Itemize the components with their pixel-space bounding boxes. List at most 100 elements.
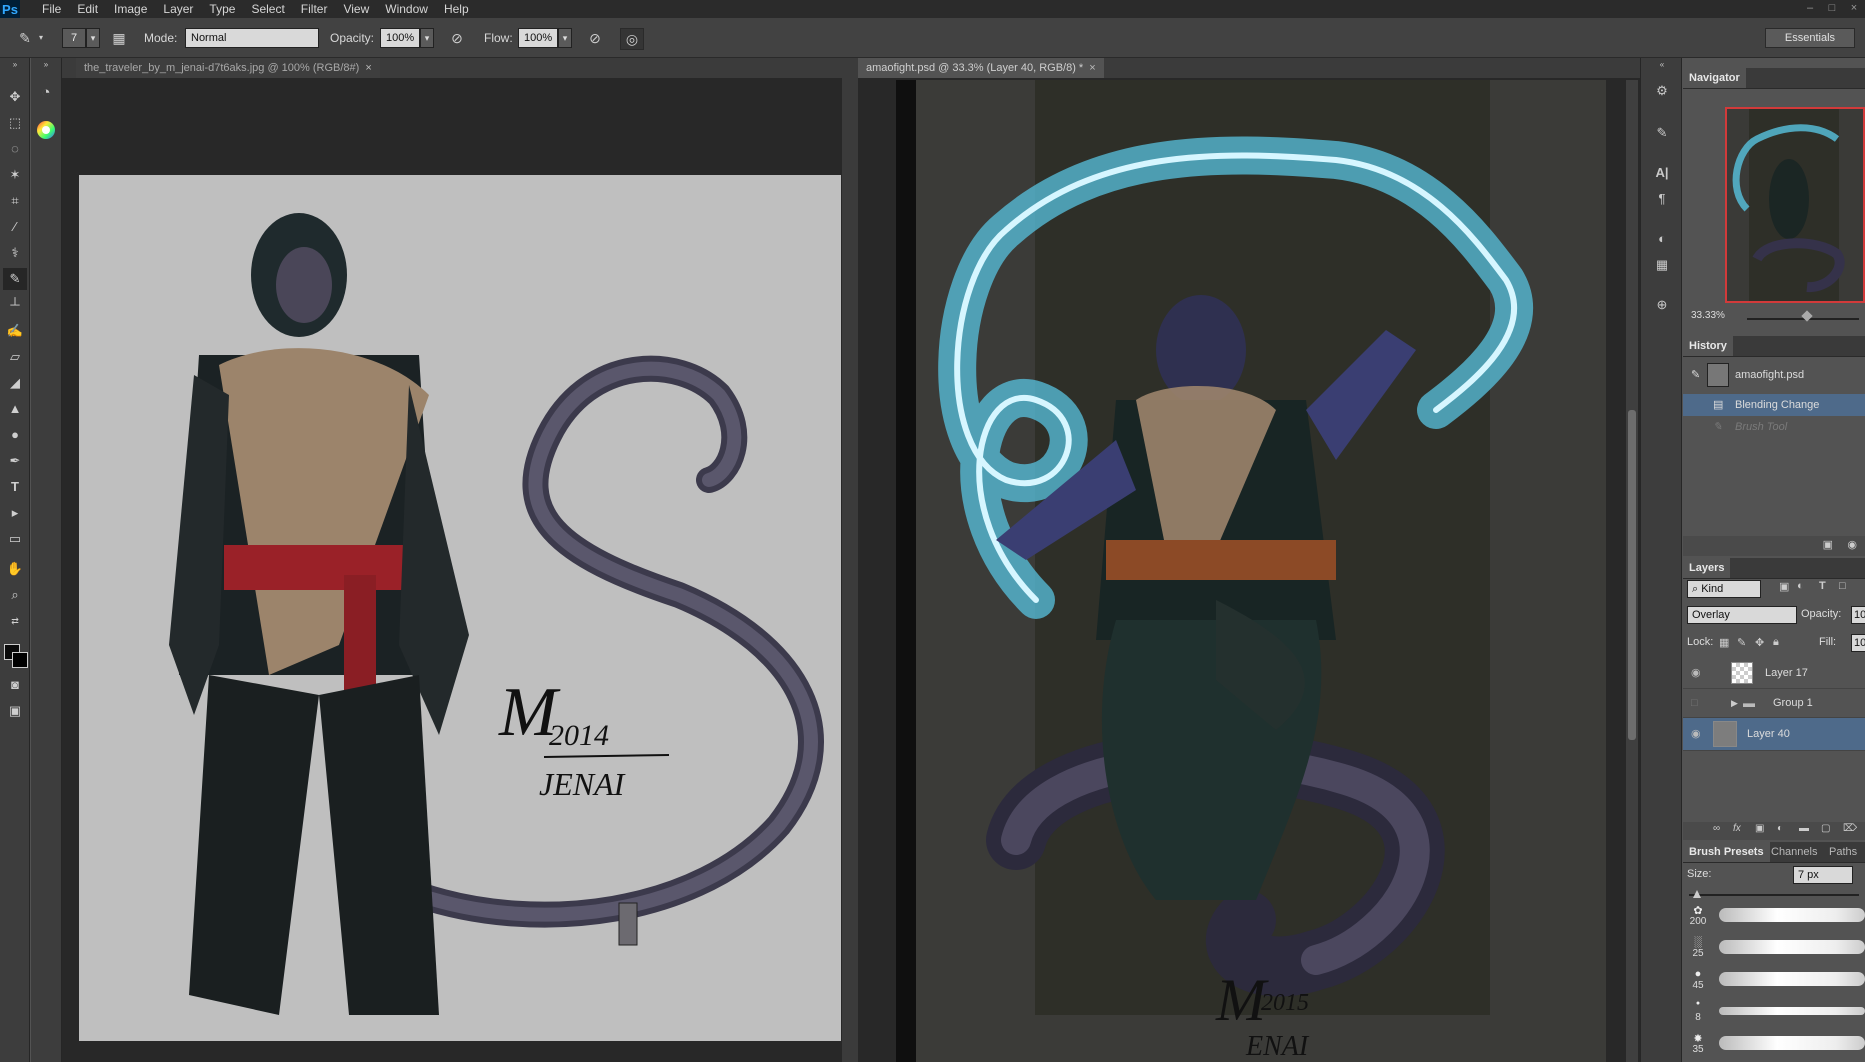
- magic-wand-tool-icon[interactable]: ✶: [3, 164, 27, 186]
- layer-style-icon[interactable]: fx: [1733, 823, 1741, 834]
- delete-layer-icon[interactable]: ⌦: [1843, 823, 1857, 834]
- menu-filter[interactable]: Filter: [293, 0, 336, 18]
- character-panel-icon[interactable]: A|: [1651, 162, 1673, 184]
- flow-arrow-icon[interactable]: ▾: [558, 28, 572, 48]
- visibility-eye-icon[interactable]: ◉: [1691, 658, 1705, 688]
- history-brush-tool-icon[interactable]: ✍: [3, 320, 27, 342]
- brush-preset-35[interactable]: ✸ 35: [1683, 1028, 1865, 1058]
- brush-preset-picker-icon[interactable]: ◔: [35, 82, 57, 104]
- close-button[interactable]: ×: [1843, 0, 1865, 18]
- brush-preset-200[interactable]: ✿ 200: [1683, 900, 1865, 930]
- new-group-icon[interactable]: ▬: [1799, 823, 1809, 834]
- brush-size-picker[interactable]: 7: [62, 28, 86, 48]
- lock-transparent-icon[interactable]: ▦: [1719, 636, 1729, 649]
- pressure-size-icon[interactable]: ◎: [620, 28, 644, 50]
- mode-select[interactable]: Normal: [185, 28, 319, 48]
- eraser-tool-icon[interactable]: ▱: [3, 346, 27, 368]
- document-2-scrollbar-thumb[interactable]: [1628, 410, 1636, 740]
- canvas-traveler[interactable]: M 2014 JENAI: [79, 175, 841, 1041]
- adjustment-layer-icon[interactable]: ◐: [1777, 823, 1783, 834]
- lasso-tool-icon[interactable]: ◌: [3, 138, 27, 160]
- flow-input[interactable]: 100%: [518, 28, 558, 48]
- history-snapshot[interactable]: ✎ amaofight.psd: [1683, 360, 1865, 390]
- visibility-eye-icon[interactable]: ◉: [1691, 718, 1705, 750]
- screen-mode-icon[interactable]: ▣: [3, 700, 27, 722]
- brush-tool-preset-icon[interactable]: ✎: [14, 28, 36, 48]
- brush-picker-arrow-icon[interactable]: ▾: [86, 28, 100, 48]
- link-layers-icon[interactable]: ∞: [1713, 823, 1720, 834]
- brush-panel-toggle-icon[interactable]: ▦: [108, 28, 130, 48]
- history-tab[interactable]: History: [1683, 336, 1733, 356]
- new-layer-icon[interactable]: ▢: [1821, 823, 1830, 834]
- paths-tab[interactable]: Paths: [1823, 842, 1863, 862]
- crop-tool-icon[interactable]: ⌗: [3, 190, 27, 212]
- swap-colors-icon[interactable]: ⇄: [3, 614, 27, 628]
- create-snapshot-icon[interactable]: ◉: [1847, 538, 1857, 551]
- lock-position-icon[interactable]: ✥: [1755, 636, 1764, 649]
- minimize-button[interactable]: –: [1799, 0, 1821, 18]
- hand-tool-icon[interactable]: ✋: [3, 558, 27, 580]
- filter-pixel-icon[interactable]: ▣: [1779, 580, 1789, 593]
- paint-bucket-tool-icon[interactable]: ◢: [3, 372, 27, 394]
- layer-row-layer-40[interactable]: ◉ Layer 40: [1683, 718, 1865, 751]
- opacity-input[interactable]: 100%: [380, 28, 420, 48]
- new-document-from-state-icon[interactable]: ▣: [1823, 538, 1833, 551]
- filter-type-icon[interactable]: T: [1819, 580, 1826, 592]
- navigator-tab[interactable]: Navigator: [1683, 68, 1746, 88]
- menu-layer[interactable]: Layer: [155, 0, 201, 18]
- paragraph-panel-icon[interactable]: ¶: [1651, 188, 1673, 210]
- marquee-tool-icon[interactable]: ⬚: [3, 112, 27, 134]
- brush-size-slider[interactable]: [1689, 894, 1859, 896]
- channels-tab[interactable]: Channels: [1765, 842, 1823, 862]
- pressure-opacity-icon[interactable]: ⊘: [446, 28, 468, 48]
- background-color-swatch[interactable]: [12, 652, 28, 668]
- path-selection-tool-icon[interactable]: ▸: [3, 502, 27, 524]
- layer-row-group-1[interactable]: □ ▶ ▬ Group 1: [1683, 689, 1865, 718]
- layer-fill-input[interactable]: 10: [1851, 634, 1865, 652]
- styles-panel-icon[interactable]: ▦: [1651, 254, 1673, 276]
- layer-opacity-input[interactable]: 10: [1851, 606, 1865, 624]
- close-tab-icon[interactable]: ×: [1089, 62, 1095, 74]
- opacity-arrow-icon[interactable]: ▾: [420, 28, 434, 48]
- history-item-brush-tool[interactable]: ✎ Brush Tool: [1683, 416, 1865, 438]
- brush-presets-tab[interactable]: Brush Presets: [1683, 842, 1770, 862]
- workspace-switcher[interactable]: Essentials: [1765, 28, 1855, 48]
- zoom-tool-icon[interactable]: ⌕: [3, 584, 27, 606]
- swatches-panel-icon[interactable]: ◐: [1651, 228, 1673, 250]
- brush-panel-icon[interactable]: ✎: [1651, 122, 1673, 144]
- dodge-tool-icon[interactable]: ●: [3, 424, 27, 446]
- brush-preset-8[interactable]: ● 8: [1683, 996, 1865, 1026]
- quick-mask-icon[interactable]: ◙: [3, 674, 27, 696]
- brush-tool-icon[interactable]: ✎: [3, 268, 27, 290]
- rectangle-tool-icon[interactable]: ▭: [3, 528, 27, 550]
- menu-help[interactable]: Help: [436, 0, 477, 18]
- preset-dropdown-icon[interactable]: ▾: [36, 28, 46, 48]
- menu-edit[interactable]: Edit: [69, 0, 106, 18]
- move-tool-icon[interactable]: ✥: [3, 86, 27, 108]
- document-tab-2[interactable]: amaofight.psd @ 33.3% (Layer 40, RGB/8) …: [858, 58, 1104, 78]
- collapse-strip-icon[interactable]: «: [1651, 60, 1673, 70]
- menu-image[interactable]: Image: [106, 0, 155, 18]
- layer-filter-select[interactable]: ⌕ Kind: [1687, 580, 1761, 598]
- navigator-zoom[interactable]: 33.33%: [1691, 310, 1725, 321]
- filter-adjustment-icon[interactable]: ◐: [1797, 580, 1804, 592]
- healing-brush-tool-icon[interactable]: ⚕: [3, 242, 27, 264]
- document-tab-1[interactable]: the_traveler_by_m_jenai-d7t6aks.jpg @ 10…: [76, 58, 380, 78]
- close-tab-icon[interactable]: ×: [365, 62, 371, 74]
- history-item-blending-change[interactable]: ▤ Blending Change: [1683, 394, 1865, 416]
- menu-window[interactable]: Window: [377, 0, 436, 18]
- properties-panel-icon[interactable]: ⊕: [1651, 294, 1673, 316]
- filter-shape-icon[interactable]: □: [1839, 580, 1846, 592]
- layer-blend-mode-select[interactable]: Overlay: [1687, 606, 1797, 624]
- eyedropper-tool-icon[interactable]: ∕: [3, 216, 27, 238]
- collapse-mini-column-icon[interactable]: »: [35, 60, 57, 70]
- collapse-toolbox-icon[interactable]: »: [3, 60, 27, 70]
- airbrush-icon[interactable]: ⊘: [584, 28, 606, 48]
- navigator-preview[interactable]: [1725, 107, 1865, 303]
- menu-file[interactable]: File: [34, 0, 69, 18]
- brush-preset-45[interactable]: ● 45: [1683, 964, 1865, 994]
- pen-tool-icon[interactable]: ✒: [3, 450, 27, 472]
- history-brush-source-icon[interactable]: ✎: [1691, 360, 1700, 390]
- layers-tab[interactable]: Layers: [1683, 558, 1731, 578]
- adjustments-icon[interactable]: ⚙: [1651, 80, 1673, 102]
